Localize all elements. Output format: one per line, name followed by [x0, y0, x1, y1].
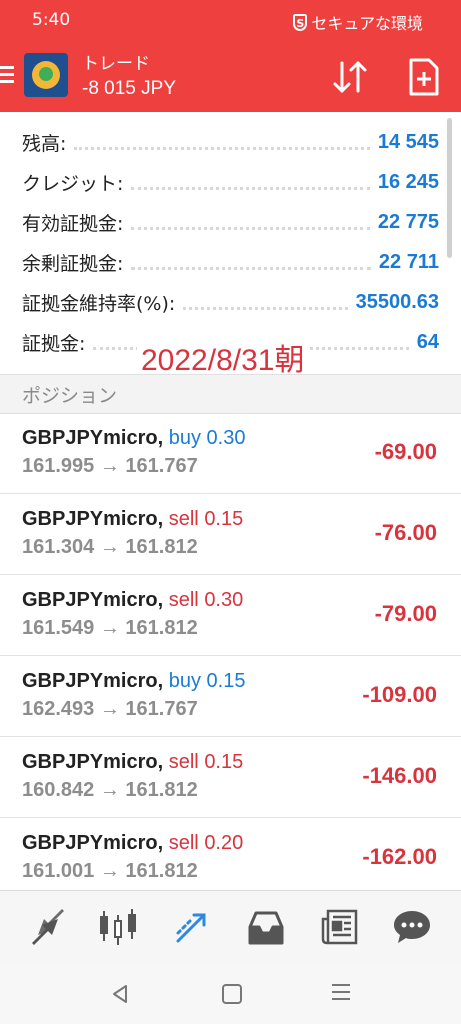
position-prices: 161.001 → 161.812: [22, 860, 198, 882]
position-profit: -76.00: [374, 520, 437, 545]
summary-label: 証拠金:: [22, 332, 86, 355]
position-volume: 0.15: [204, 751, 244, 773]
position-row[interactable]: GBPJPYmicro, buy 0.15 162.493 → 161.767 …: [0, 656, 461, 737]
position-volume: 0.15: [206, 670, 246, 692]
menu-icon[interactable]: [0, 66, 14, 84]
equity-row: 有効証拠金: 22 775: [22, 206, 439, 238]
chart-icon[interactable]: [96, 905, 140, 949]
position-symbol: GBPJPYmicro,: [22, 670, 164, 692]
status-time: 5:40: [32, 10, 71, 30]
history-icon[interactable]: [244, 905, 288, 949]
position-prices: 161.995 → 161.767: [22, 455, 198, 477]
position-volume: 0.30: [206, 427, 246, 449]
bottom-tab-bar: [0, 890, 461, 963]
home-icon[interactable]: [222, 984, 242, 1004]
header-balance: -8 015 JPY: [82, 78, 176, 99]
summary-value: 64: [416, 330, 439, 353]
position-prices: 160.842 → 161.812: [22, 779, 198, 801]
app-header: 5:40 S セキュアな環境 トレード -8 015 JPY: [0, 0, 461, 112]
news-icon[interactable]: [318, 905, 362, 949]
position-prices: 162.493 → 161.767: [22, 698, 198, 720]
summary-label: クレジット:: [22, 172, 124, 195]
summary-value: 14 545: [377, 130, 439, 153]
position-prices: 161.304 → 161.812: [22, 536, 198, 558]
position-prices: 161.549 → 161.812: [22, 617, 198, 639]
position-symbol: GBPJPYmicro,: [22, 427, 164, 449]
position-row[interactable]: GBPJPYmicro, sell 0.15 160.842 → 161.812…: [0, 737, 461, 818]
position-volume: 0.30: [204, 589, 244, 611]
summary-value: 22 711: [378, 250, 439, 273]
shield-icon: S: [293, 13, 308, 31]
balance-row: 残高: 14 545: [22, 126, 439, 158]
summary-value: 22 775: [377, 210, 439, 233]
summary-value: 35500.63: [355, 290, 439, 313]
position-side: buy: [168, 427, 201, 449]
position-volume: 0.15: [204, 508, 244, 530]
quotes-icon[interactable]: [26, 905, 70, 949]
positions-title: ポジション: [22, 385, 118, 407]
secure-text: セキュアな環境: [311, 14, 423, 33]
secure-indicator: S セキュアな環境: [293, 10, 423, 34]
position-symbol: GBPJPYmicro,: [22, 589, 164, 611]
position-row[interactable]: GBPJPYmicro, sell 0.30 161.549 → 161.812…: [0, 575, 461, 656]
summary-label: 有効証拠金:: [22, 212, 124, 235]
position-row[interactable]: GBPJPYmicro, sell 0.20 161.001 → 161.812…: [0, 818, 461, 899]
trade-icon[interactable]: [170, 905, 214, 949]
position-profit: -79.00: [374, 601, 437, 626]
position-side: buy: [168, 670, 201, 692]
position-symbol: GBPJPYmicro,: [22, 832, 164, 854]
recents-icon[interactable]: [332, 984, 350, 1002]
app-logo: [24, 53, 68, 97]
summary-value: 16 245: [377, 170, 439, 193]
position-side: sell: [168, 589, 199, 611]
date-annotation: 2022/8/31朝: [137, 335, 309, 379]
position-side: sell: [168, 508, 199, 530]
positions-list: GBPJPYmicro, buy 0.30 161.995 → 161.767 …: [0, 413, 461, 899]
system-navigation: [0, 962, 461, 1024]
credit-row: クレジット: 16 245: [22, 166, 439, 198]
position-side: sell: [168, 751, 199, 773]
chat-icon[interactable]: [390, 905, 434, 949]
page-title: トレード: [82, 54, 150, 74]
positions-header: ポジション: [0, 374, 461, 414]
summary-label: 残高:: [22, 132, 67, 155]
position-profit: -146.00: [362, 763, 437, 788]
position-volume: 0.20: [204, 832, 244, 854]
position-profit: -109.00: [362, 682, 437, 707]
summary-label: 証拠金維持率(%):: [22, 292, 176, 315]
position-profit: -69.00: [374, 439, 437, 464]
position-side: sell: [168, 832, 199, 854]
margin-level-row: 証拠金維持率(%): 35500.63: [22, 286, 439, 318]
position-symbol: GBPJPYmicro,: [22, 508, 164, 530]
add-document-icon[interactable]: [403, 56, 443, 98]
position-row[interactable]: GBPJPYmicro, buy 0.30 161.995 → 161.767 …: [0, 413, 461, 494]
back-icon[interactable]: [110, 984, 130, 1004]
free-margin-row: 余剰証拠金: 22 711: [22, 246, 439, 278]
sort-arrows-icon[interactable]: [330, 57, 370, 97]
position-symbol: GBPJPYmicro,: [22, 751, 164, 773]
scrollbar[interactable]: [447, 118, 452, 258]
position-row[interactable]: GBPJPYmicro, sell 0.15 161.304 → 161.812…: [0, 494, 461, 575]
summary-label: 余剰証拠金:: [22, 252, 124, 275]
position-profit: -162.00: [362, 844, 437, 869]
